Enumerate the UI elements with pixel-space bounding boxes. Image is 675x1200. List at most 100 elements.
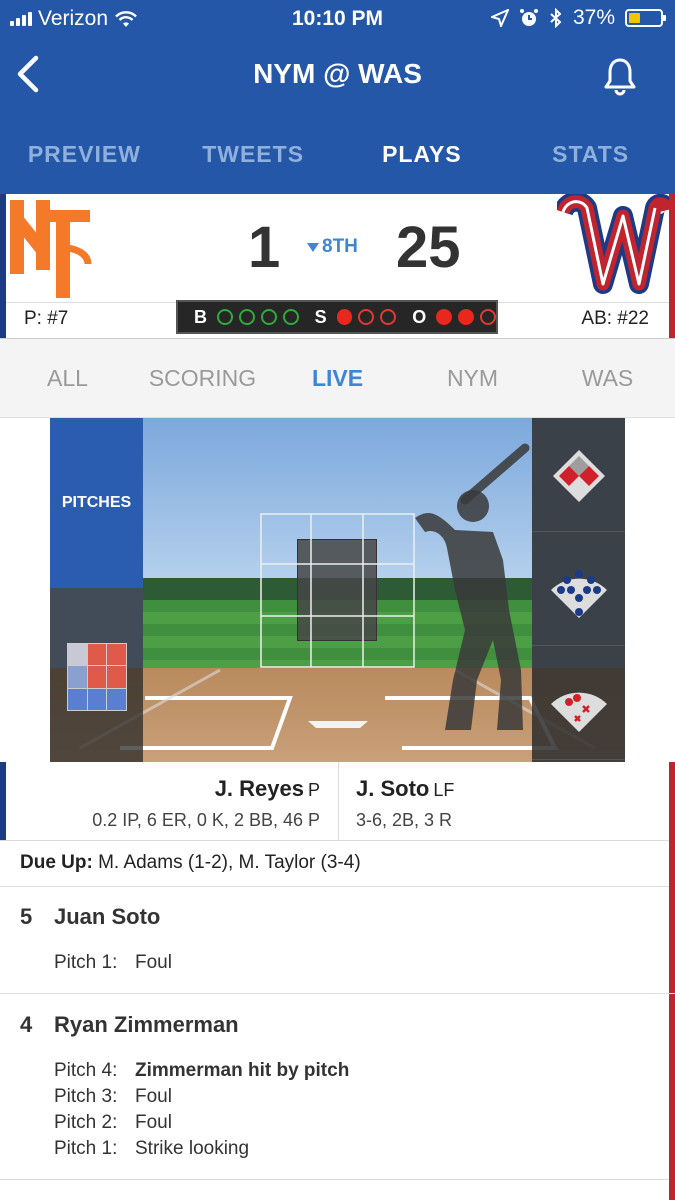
status-icons: 37% (490, 6, 666, 30)
pitch-result: Foul (135, 1112, 172, 1133)
main-tabs: PREVIEW TWEETS PLAYS STATS (0, 114, 675, 194)
batter-position: LF (433, 780, 455, 800)
outs-label: O (412, 306, 427, 327)
pitch-result: Strike looking (135, 1138, 250, 1159)
pitch-field-view[interactable]: PITCHES (50, 418, 625, 762)
batter-number: AB: #22 (581, 308, 649, 329)
filter-tab-was[interactable]: WAS (540, 339, 675, 417)
defense-view-cell[interactable] (532, 532, 625, 646)
pitch-result: Foul (135, 1086, 172, 1107)
pitch-label: Pitch 2: (54, 1112, 118, 1133)
pitch-label: Pitch 1: (54, 1138, 118, 1159)
due-up-label: Due Up: (20, 852, 93, 873)
out-dot (480, 309, 496, 325)
inning-indicator: 8TH (306, 236, 358, 258)
due-up-text: Due Up: M. Adams (1-2), M. Taylor (3-4) (20, 852, 361, 874)
tab-tweets[interactable]: TWEETS (169, 114, 338, 194)
batter-info[interactable]: J. Soto LF 3-6, 2B, 3 R (356, 776, 454, 831)
inning-down-arrow-icon (307, 242, 319, 252)
out-dot (458, 309, 475, 325)
home-color-bar (669, 194, 675, 338)
pitches-tab[interactable]: PITCHES (50, 418, 143, 588)
home-color-bar (669, 840, 675, 886)
status-bar: Verizon 10:10 PM 37% (0, 0, 675, 38)
right-panel (532, 418, 625, 762)
play-number: 4 (20, 1012, 33, 1037)
out-dot (436, 309, 453, 325)
pitch-label: Pitch 3: (54, 1086, 118, 1107)
filter-tab-all[interactable]: ALL (0, 339, 135, 417)
ball-dot (260, 309, 277, 325)
strike-dot (358, 309, 375, 325)
nav-bar: NYM @ WAS (0, 38, 675, 114)
due-up-row: Due Up: M. Adams (1-2), M. Taylor (3-4) (0, 840, 675, 887)
pitch-list: Pitch 4: Zimmerman hit by pitch Pitch 3: F… (54, 1058, 349, 1162)
pitcher-position: P (307, 780, 320, 800)
play-number: 5 (20, 904, 33, 929)
count-box: B S O (176, 300, 498, 334)
bell-icon[interactable] (601, 56, 639, 96)
tab-plays[interactable]: PLAYS (338, 114, 507, 194)
pitch-result: Zimmerman hit by pitch (135, 1060, 350, 1081)
pitch-list: Pitch 1: Foul (54, 950, 172, 976)
play-batter-name: Ryan Zimmerman (54, 1012, 239, 1037)
pitcher-name: J. Reyes (214, 776, 304, 801)
pitch-label: Pitch 4: (54, 1060, 118, 1081)
page-title: NYM @ WAS (253, 58, 422, 89)
matchup-divider (338, 762, 339, 840)
pitch-row: Pitch 2: Foul (54, 1110, 349, 1136)
pitch-row: Pitch 3: Foul (54, 1084, 349, 1110)
pitcher-info[interactable]: J. Reyes P 0.2 IP, 6 ER, 0 K, 2 BB, 46 P (92, 776, 320, 831)
alarm-icon (519, 9, 538, 26)
filter-tab-live[interactable]: LIVE (270, 339, 405, 417)
pitch-row: Pitch 1: Foul (54, 950, 172, 976)
battery-icon (625, 9, 666, 27)
filter-tab-scoring[interactable]: SCORING (135, 339, 270, 417)
scoreboard: 1 8TH 25 P: #7 AB: #22 B S O (0, 194, 675, 339)
pitch-label: Pitch 1: (54, 952, 118, 973)
pitch-row: Pitch 4: Zimmerman hit by pitch (54, 1058, 349, 1084)
filter-tabs: ALL SCORING LIVE NYM WAS (0, 339, 675, 418)
home-color-bar (669, 994, 675, 1200)
balls-label: B (194, 306, 207, 327)
spray-chart-icon (551, 692, 607, 732)
pitcher-number: P: #7 (24, 308, 69, 329)
batter-stats: 3-6, 2B, 3 R (356, 810, 453, 830)
due-up-batters: M. Adams (1-2), M. Taylor (3-4) (98, 852, 361, 873)
tab-stats[interactable]: STATS (506, 114, 675, 194)
ball-dot (217, 309, 233, 325)
pitcher-stats: 0.2 IP, 6 ER, 0 K, 2 BB, 46 P (92, 810, 320, 830)
battery-percent: 37% (572, 6, 615, 29)
play-batter-name: Juan Soto (54, 904, 161, 929)
away-color-bar (0, 762, 6, 840)
strike-dot (380, 309, 397, 325)
pitch-row: Pitch 1: Strike looking (54, 1136, 349, 1162)
filter-tab-nym[interactable]: NYM (405, 339, 540, 417)
mets-logo[interactable] (6, 194, 96, 302)
pitch-heatmap-icon[interactable] (67, 643, 127, 711)
matchup-row: J. Reyes P 0.2 IP, 6 ER, 0 K, 2 BB, 46 P … (0, 762, 675, 841)
location-icon (490, 9, 509, 27)
play-item[interactable]: 4 Ryan Zimmerman Pitch 4: Zimmerman hit b… (0, 994, 675, 1200)
bluetooth-icon (550, 8, 562, 28)
spray-chart-cell[interactable] (532, 646, 625, 760)
strikes-label: S (314, 306, 327, 327)
nationals-logo[interactable] (557, 194, 669, 302)
fielders-icon (551, 570, 607, 618)
home-score: 25 (396, 215, 461, 280)
away-score: 1 (248, 215, 281, 280)
tab-preview[interactable]: PREVIEW (0, 114, 169, 194)
batter-name: J. Soto (356, 776, 430, 801)
strike-dot (336, 309, 353, 325)
batter-silhouette (415, 443, 530, 730)
ball-dot (238, 309, 255, 325)
home-color-bar (669, 762, 675, 840)
diamond-view-cell[interactable] (532, 418, 625, 532)
inning-label: 8TH (322, 236, 358, 257)
strike-zone-grid (260, 513, 415, 668)
play-item[interactable]: 5 Juan Soto Pitch 1: Foul (0, 886, 675, 994)
pitch-result: Foul (135, 952, 172, 973)
home-color-bar (669, 886, 675, 993)
baserunners-icon (553, 450, 605, 502)
ball-dot (282, 309, 299, 325)
